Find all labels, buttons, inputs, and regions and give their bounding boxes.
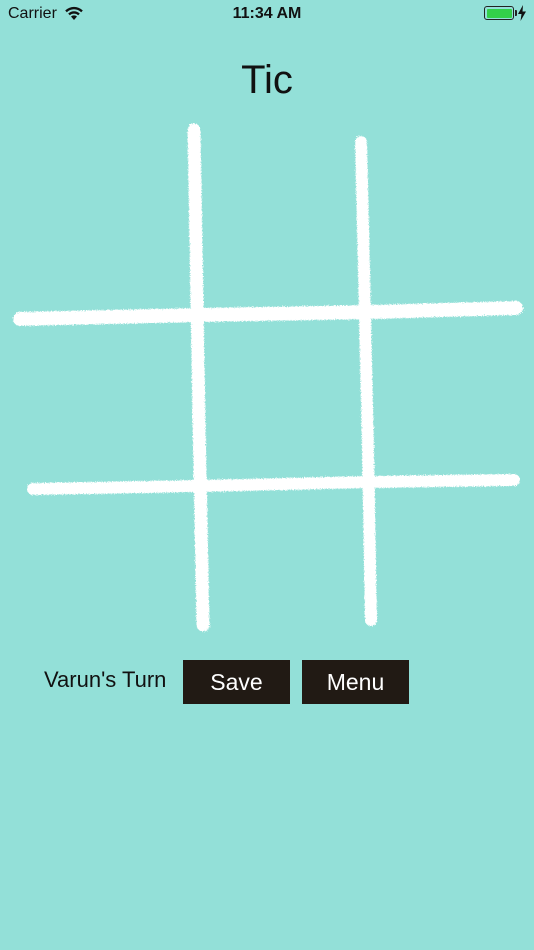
save-button[interactable]: Save xyxy=(183,660,290,704)
board-line-vertical-left xyxy=(187,123,210,632)
board-cell-4[interactable] xyxy=(20,324,190,478)
board-cell-6[interactable] xyxy=(370,324,520,478)
page-title: Tic xyxy=(241,58,293,102)
board-cell-3[interactable] xyxy=(370,120,520,308)
turn-indicator: Varun's Turn xyxy=(44,667,167,692)
status-time: 11:34 AM xyxy=(232,5,302,22)
board-cell-1[interactable] xyxy=(20,120,190,308)
board-cell-7[interactable] xyxy=(20,494,190,634)
board-line-vertical-right xyxy=(355,136,377,626)
battery-level xyxy=(486,8,512,18)
menu-button[interactable]: Menu xyxy=(302,660,409,704)
board-cell-2[interactable] xyxy=(202,120,358,308)
board-line-horizontal-bottom xyxy=(27,474,520,495)
battery-icon xyxy=(484,6,517,20)
game-board[interactable] xyxy=(0,120,534,640)
board-cell-8[interactable] xyxy=(202,494,358,634)
board-cell-9[interactable] xyxy=(370,494,520,634)
charging-bolt-icon xyxy=(518,5,526,21)
board-line-horizontal-top xyxy=(13,301,523,326)
status-bar: Carrier 11:34 AM xyxy=(0,0,534,28)
board-cell-5[interactable] xyxy=(202,324,358,478)
